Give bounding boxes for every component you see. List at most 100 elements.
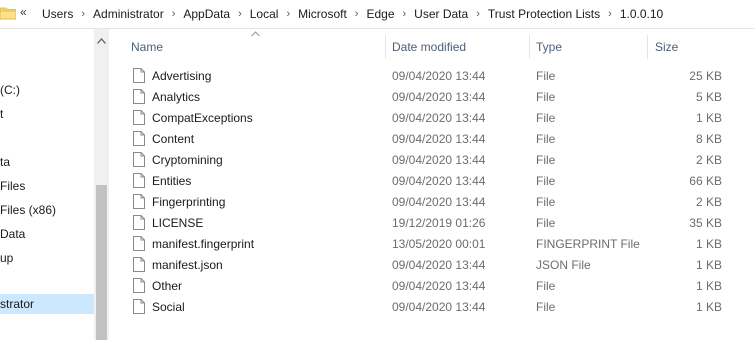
file-size: 1 KB [695,111,722,125]
file-date-modified: 09/04/2020 13:44 [392,132,486,146]
breadcrumb-item[interactable]: User Data [410,7,472,21]
column-header-date[interactable]: Date modified [392,35,466,59]
breadcrumb-item[interactable]: Users [38,7,77,21]
file-list-pane: Name Date modified Type Size Advertising… [109,29,755,340]
file-name[interactable]: Fingerprinting [152,195,225,209]
file-name[interactable]: manifest.json [152,258,223,272]
file-row[interactable]: Advertising 09/04/2020 13:44 File 25 KB [129,66,755,87]
file-row[interactable]: Cryptomining 09/04/2020 13:44 File 2 KB [129,150,755,171]
scrollbar-thumb[interactable] [96,185,107,340]
file-icon [133,215,145,233]
file-name[interactable]: LICENSE [152,216,203,230]
file-icon [133,236,145,254]
file-icon [133,131,145,149]
file-date-modified: 09/04/2020 13:44 [392,69,486,83]
breadcrumb-item[interactable]: Trust Protection Lists [484,7,604,21]
column-header-type[interactable]: Type [536,35,562,59]
file-row[interactable]: LICENSE 19/12/2019 01:26 File 35 KB [129,213,755,234]
file-row[interactable]: Other 09/04/2020 13:44 File 1 KB [129,276,755,297]
breadcrumb-item[interactable]: Edge [362,7,398,21]
chevron-right-icon[interactable]: › [472,8,484,20]
chevron-right-icon[interactable]: › [77,8,89,20]
file-type: FINGERPRINT File [536,237,640,251]
file-icon [133,194,145,212]
file-type: JSON File [536,258,591,272]
file-row[interactable]: Social 09/04/2020 13:44 File 1 KB [129,297,755,318]
chevron-right-icon[interactable]: › [604,8,616,20]
file-name[interactable]: Social [152,300,185,314]
file-type: File [536,90,556,104]
file-name[interactable]: Other [152,279,182,293]
file-size: 1 KB [695,237,722,251]
column-divider[interactable] [529,35,530,59]
file-row[interactable]: Analytics 09/04/2020 13:44 File 5 KB [129,87,755,108]
chevron-right-icon[interactable]: › [351,8,363,20]
file-name[interactable]: Analytics [152,90,200,104]
file-size: 1 KB [695,300,722,314]
file-name[interactable]: CompatExceptions [152,111,253,125]
navigation-pane: (C:) t ta Files Files (x86) Data up strator [0,29,94,340]
nav-item[interactable]: Files [0,176,25,196]
column-divider[interactable] [647,35,648,59]
file-row[interactable]: Entities 09/04/2020 13:44 File 66 KB [129,171,755,192]
file-row[interactable]: Content 09/04/2020 13:44 File 8 KB [129,129,755,150]
file-type: File [536,132,556,146]
file-size: 35 KB [689,216,722,230]
breadcrumb-item[interactable]: Microsoft [294,7,351,21]
nav-item[interactable]: Data [0,224,25,244]
breadcrumb-item[interactable]: Local [246,7,283,21]
file-type: File [536,153,556,167]
chevron-right-icon[interactable]: › [399,8,411,20]
file-size: 1 KB [695,258,722,272]
chevron-up-icon[interactable] [94,35,109,49]
file-row[interactable]: CompatExceptions 09/04/2020 13:44 File 1 KB [129,108,755,129]
file-size: 25 KB [689,69,722,83]
nav-item[interactable]: (C:) [0,80,20,100]
chevron-right-icon[interactable]: › [168,8,180,20]
chevron-right-icon[interactable]: › [282,8,294,20]
file-name[interactable]: Advertising [152,69,211,83]
nav-item[interactable]: up [0,248,13,268]
file-type: File [536,69,556,83]
file-type: File [536,300,556,314]
file-icon [133,110,145,128]
file-size: 5 KB [695,90,722,104]
column-header-name[interactable]: Name [131,35,163,59]
file-icon [133,299,145,317]
breadcrumb-item[interactable]: Administrator [89,7,168,21]
file-date-modified: 09/04/2020 13:44 [392,111,486,125]
file-name[interactable]: Content [152,132,194,146]
breadcrumb-item[interactable]: 1.0.0.10 [616,7,667,21]
file-row[interactable]: manifest.json 09/04/2020 13:44 JSON File 1 … [129,255,755,276]
overflow-chevron-icon[interactable]: « [20,5,27,19]
file-size: 2 KB [695,153,722,167]
nav-item[interactable]: strator [0,294,94,314]
file-date-modified: 09/04/2020 13:44 [392,195,486,209]
file-row[interactable]: manifest.fingerprint 13/05/2020 00:01 FING… [129,234,755,255]
file-icon [133,152,145,170]
nav-item[interactable]: Files (x86) [0,200,56,220]
file-name[interactable]: manifest.fingerprint [152,237,254,251]
file-icon [133,68,145,86]
chevron-right-icon[interactable]: › [234,8,246,20]
file-date-modified: 09/04/2020 13:44 [392,90,486,104]
nav-scrollbar[interactable] [94,29,109,340]
file-icon [133,257,145,275]
file-row[interactable]: Fingerprinting 09/04/2020 13:44 File 2 KB [129,192,755,213]
column-divider[interactable] [385,35,386,59]
nav-item[interactable]: t [0,104,3,124]
sort-ascending-icon [251,29,260,39]
file-icon [133,278,145,296]
file-type: File [536,216,556,230]
file-date-modified: 09/04/2020 13:44 [392,174,486,188]
address-bar[interactable]: « Users › Administrator › AppData › Local › Micr… [0,0,755,29]
nav-item[interactable]: ta [0,152,10,172]
file-name[interactable]: Cryptomining [152,153,223,167]
folder-icon [0,6,17,23]
breadcrumb-item[interactable]: AppData [179,7,234,21]
column-header-size[interactable]: Size [655,35,678,59]
file-date-modified: 13/05/2020 00:01 [392,237,486,251]
file-icon [133,89,145,107]
file-type: File [536,111,556,125]
file-name[interactable]: Entities [152,174,191,188]
